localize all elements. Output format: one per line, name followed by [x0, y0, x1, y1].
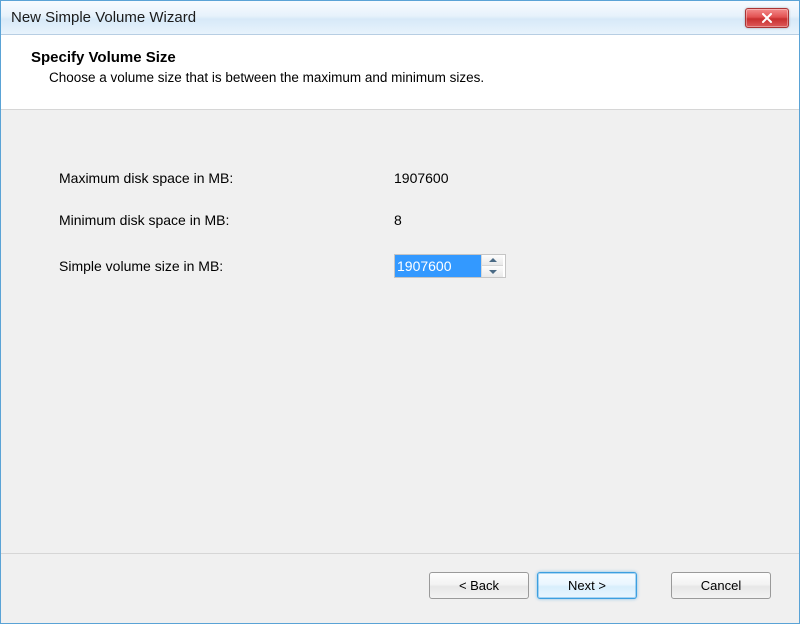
volume-size-label: Simple volume size in MB: [59, 258, 394, 274]
spin-up-button[interactable] [482, 255, 503, 266]
volume-size-input[interactable] [395, 255, 481, 277]
chevron-down-icon [489, 270, 497, 274]
volume-size-spinbox [394, 254, 506, 278]
title-bar: New Simple Volume Wizard [1, 1, 799, 35]
max-disk-space-value: 1907600 [394, 170, 449, 186]
wizard-header: Specify Volume Size Choose a volume size… [1, 35, 799, 110]
nav-button-group: < Back Next > [429, 572, 637, 599]
close-button[interactable] [745, 8, 789, 28]
next-button[interactable]: Next > [537, 572, 637, 599]
volume-size-control [394, 254, 506, 278]
window-title: New Simple Volume Wizard [11, 9, 745, 26]
min-disk-space-label: Minimum disk space in MB: [59, 212, 394, 228]
max-disk-space-label: Maximum disk space in MB: [59, 170, 394, 186]
wizard-footer: < Back Next > Cancel [1, 553, 799, 623]
back-button[interactable]: < Back [429, 572, 529, 599]
page-title: Specify Volume Size [31, 49, 769, 66]
cancel-button[interactable]: Cancel [671, 572, 771, 599]
spin-down-button[interactable] [482, 266, 503, 277]
min-disk-space-value: 8 [394, 212, 402, 228]
spin-buttons [481, 255, 503, 277]
volume-size-row: Simple volume size in MB: [59, 254, 749, 278]
page-subtitle: Choose a volume size that is between the… [49, 70, 769, 85]
close-icon [761, 13, 773, 23]
cancel-button-group: Cancel [671, 572, 771, 599]
wizard-body: Maximum disk space in MB: 1907600 Minimu… [1, 110, 799, 324]
wizard-window: New Simple Volume Wizard Specify Volume … [0, 0, 800, 624]
chevron-up-icon [489, 258, 497, 262]
min-disk-space-row: Minimum disk space in MB: 8 [59, 212, 749, 228]
max-disk-space-row: Maximum disk space in MB: 1907600 [59, 170, 749, 186]
